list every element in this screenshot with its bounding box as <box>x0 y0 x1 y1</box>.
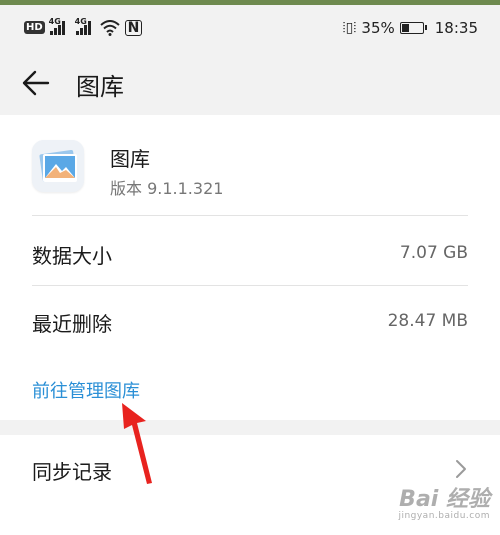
app-info-card: 图库 版本 9.1.1.321 数据大小 7.07 GB 最近删除 28.47 … <box>0 115 500 420</box>
signal-icon-1: 4G <box>49 17 65 35</box>
section-gap <box>0 420 500 435</box>
manage-gallery-link[interactable]: 前往管理图库 <box>32 377 140 403</box>
app-info: 图库 版本 9.1.1.321 <box>0 115 500 215</box>
recently-deleted-value: 28.47 MB <box>387 311 468 331</box>
page-title: 图库 <box>76 73 124 101</box>
clock: 18:35 <box>434 18 478 37</box>
sync-records-label: 同步记录 <box>32 460 112 484</box>
data-size-label: 数据大小 <box>32 244 112 268</box>
app-header: 图库 <box>0 50 500 115</box>
watermark-sub: jingyan.baidu.com <box>398 511 490 521</box>
app-version: 版本 9.1.1.321 <box>110 179 224 198</box>
status-right: ⦙▯⦙ 35% 18:35 <box>342 19 478 37</box>
status-left: HD 4G 4G N <box>24 17 143 36</box>
chevron-right-icon <box>456 460 466 478</box>
gallery-app-icon <box>32 140 84 192</box>
network-type-2: 4G <box>74 16 87 26</box>
battery-fill <box>401 23 409 32</box>
divider <box>32 215 468 216</box>
signal-icon-2: 4G <box>75 17 91 35</box>
watermark: Bai 经验 jingyan.baidu.com <box>398 487 490 522</box>
wifi-icon <box>100 19 120 36</box>
data-size-value: 7.07 GB <box>399 243 468 263</box>
hd-voice-icon: HD <box>24 21 45 34</box>
network-type-1: 4G <box>48 16 61 26</box>
battery-icon <box>399 21 427 34</box>
nfc-icon: N <box>124 19 143 36</box>
status-bar: HD 4G 4G N ⦙▯⦙ 35% 18:35 <box>0 5 500 50</box>
recently-deleted-label: 最近删除 <box>32 312 112 336</box>
vibrate-icon: ⦙▯⦙ <box>342 19 357 36</box>
app-name: 图库 <box>110 147 150 171</box>
watermark-main: Bai 经验 <box>399 487 490 512</box>
divider <box>32 285 468 286</box>
battery-percent: 35% <box>361 18 395 37</box>
arrow-left-icon[interactable] <box>22 70 50 96</box>
